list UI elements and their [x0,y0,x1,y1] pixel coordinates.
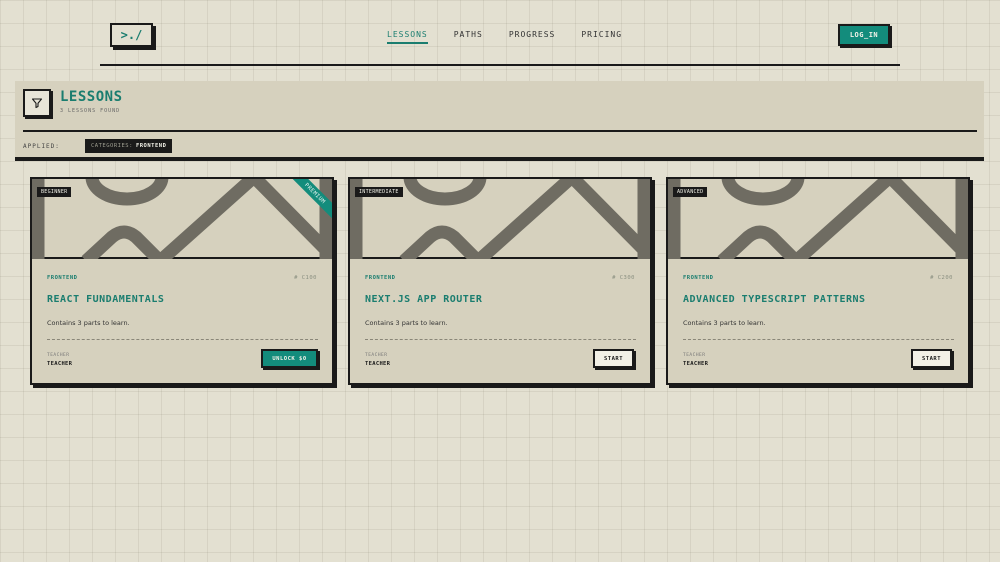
filter-chip[interactable]: CATEGORIES: FRONTEND [85,139,173,153]
login-button[interactable]: LOG_IN [838,24,890,46]
lesson-card[interactable]: ADVANCED FRONTEND # C200 ADVANCED TYPESC… [666,177,970,385]
applied-label: APPLIED: [23,143,60,150]
pattern-graphic [32,179,332,259]
start-button[interactable]: START [593,349,634,368]
chip-key: CATEGORIES: [91,143,133,149]
nav-paths[interactable]: PATHS [454,30,483,44]
filter-button[interactable] [23,89,51,117]
teacher-name: TEACHER [47,361,73,367]
teacher-label: TEACHER [365,353,388,358]
card-category: FRONTEND [683,275,714,281]
nav-progress[interactable]: PROGRESS [509,30,556,44]
lessons-panel: LESSONS 3 LESSONS FOUND APPLIED: CATEGOR… [15,81,984,161]
level-badge: INTERMEDIATE [355,187,403,197]
unlock-button[interactable]: UNLOCK $0 [261,349,318,368]
card-category: FRONTEND [47,275,78,281]
chip-value: FRONTEND [135,143,167,149]
card-code: # C300 [612,275,635,281]
lesson-card[interactable]: BEGINNER PREMIUM FRONTEND # C100 REACT F… [30,177,334,385]
level-badge: BEGINNER [37,187,72,197]
card-divider [47,339,318,340]
page-title: LESSONS [60,89,123,105]
card-description: Contains 3 parts to learn. [47,319,130,327]
nav-pricing[interactable]: PRICING [581,30,622,44]
teacher-name: TEACHER [683,361,709,367]
card-code: # C100 [294,275,317,281]
card-category: FRONTEND [365,275,396,281]
card-title[interactable]: NEXT.JS APP ROUTER [365,294,482,305]
card-divider [683,339,954,340]
main-nav: LESSONS PATHS PROGRESS PRICING [387,30,622,44]
teacher-label: TEACHER [683,353,706,358]
header-divider [100,64,900,66]
start-button[interactable]: START [911,349,952,368]
card-image: BEGINNER PREMIUM [32,179,332,259]
teacher-label: TEACHER [47,353,70,358]
filter-icon [31,98,43,109]
card-title[interactable]: REACT FUNDAMENTALS [47,294,164,305]
panel-divider [23,130,977,132]
card-title[interactable]: ADVANCED TYPESCRIPT PATTERNS [683,294,866,305]
card-description: Contains 3 parts to learn. [365,319,448,327]
card-code: # C200 [930,275,953,281]
card-description: Contains 3 parts to learn. [683,319,766,327]
card-image: ADVANCED [668,179,968,259]
card-image: INTERMEDIATE [350,179,650,259]
pattern-graphic [668,179,968,259]
logo[interactable]: >./ [110,23,153,47]
lesson-card[interactable]: INTERMEDIATE FRONTEND # C300 NEXT.JS APP… [348,177,652,385]
teacher-name: TEACHER [365,361,391,367]
card-divider [365,339,636,340]
nav-lessons[interactable]: LESSONS [387,30,428,44]
results-count: 3 LESSONS FOUND [60,108,121,114]
level-badge: ADVANCED [673,187,708,197]
